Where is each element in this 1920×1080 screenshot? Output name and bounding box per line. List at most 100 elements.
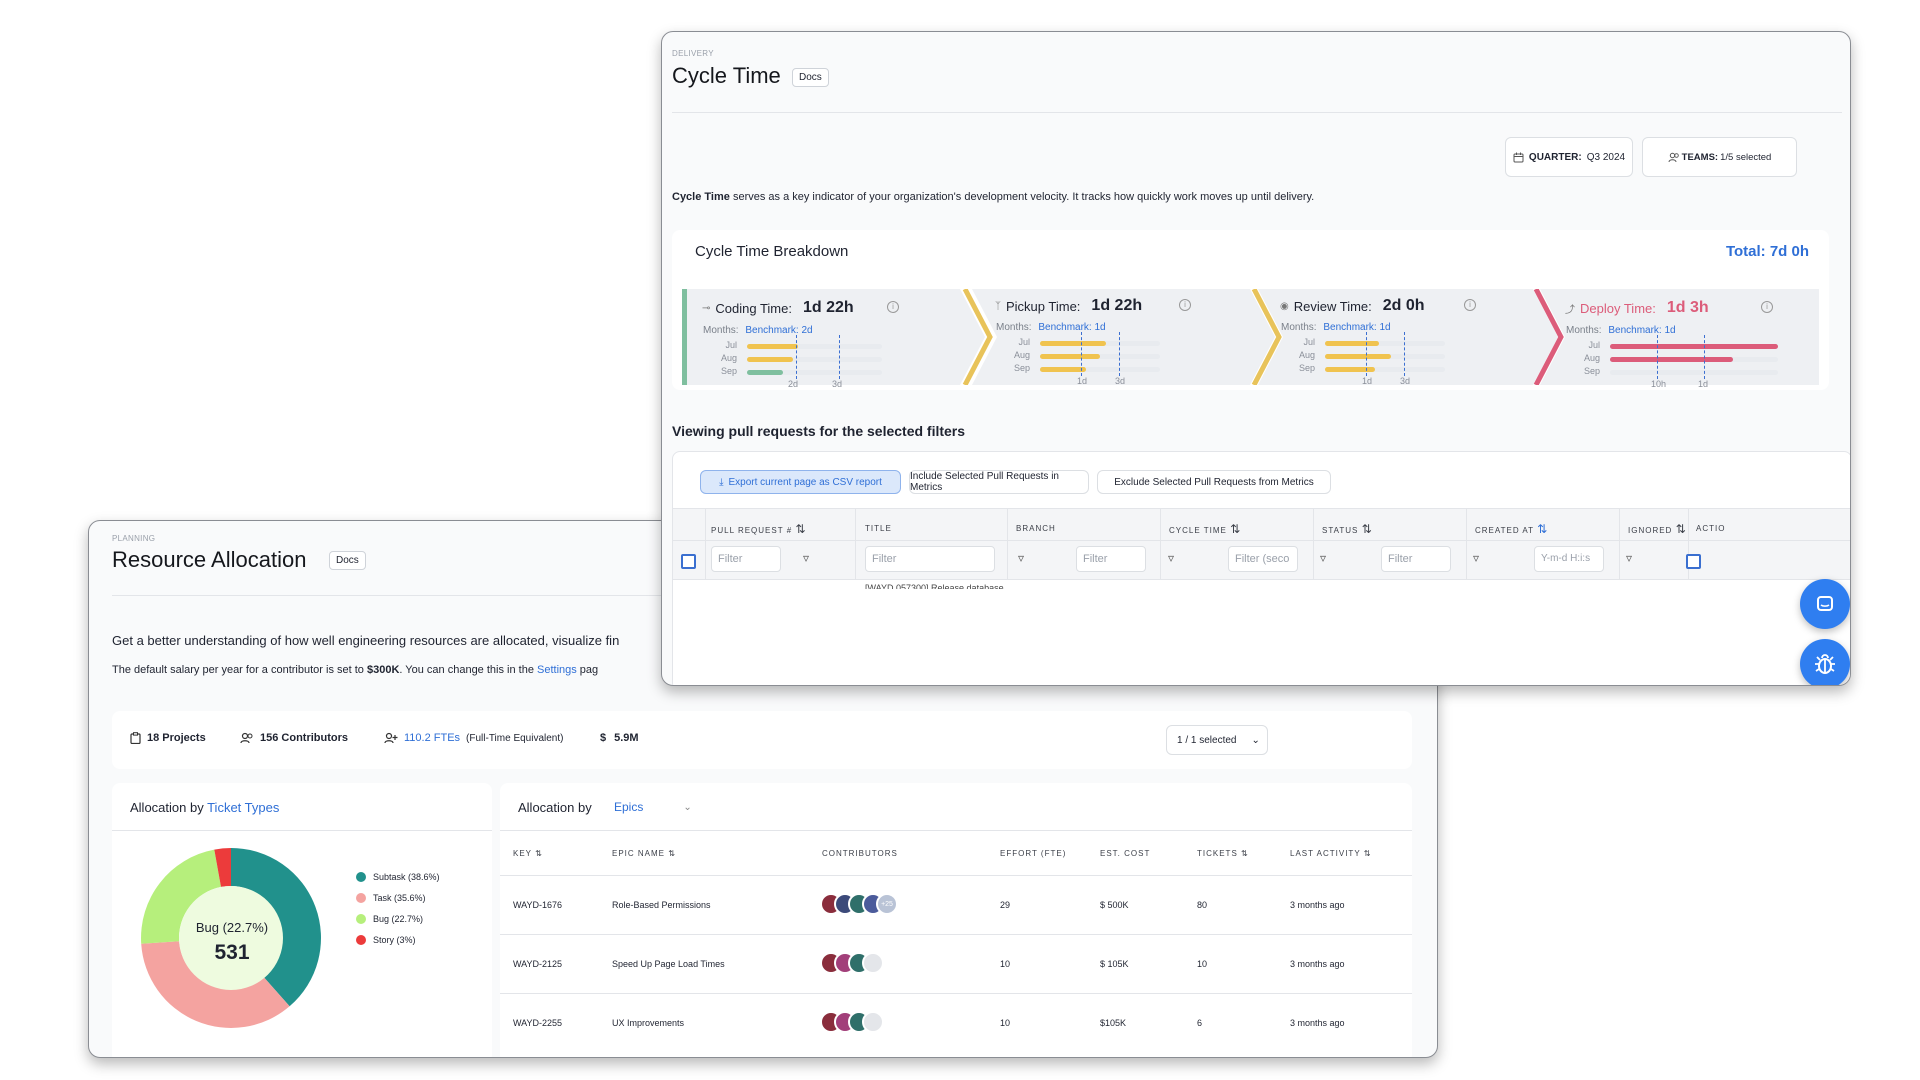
bar-sep[interactable] — [1325, 367, 1376, 372]
filter-icon[interactable]: ▿ — [1473, 551, 1479, 565]
stage-coding[interactable]: ⊸ Coding Time: 1d 22h Months: Benchmark:… — [702, 289, 952, 389]
branch-filter[interactable]: Filter — [1076, 546, 1146, 572]
eye-icon: ◉ — [1280, 300, 1289, 312]
intro-text: Get a better understanding of how well e… — [112, 633, 620, 648]
donut-center-label: Bug (22.7%) — [195, 920, 269, 935]
ticket-types-title: Allocation by Ticket Types — [130, 800, 280, 815]
clipboard-icon — [130, 732, 141, 744]
bar-track — [1610, 370, 1778, 375]
bar-sep[interactable] — [747, 370, 784, 375]
docs-button[interactable]: Docs — [792, 68, 829, 87]
stage-review[interactable]: ◉ Review Time: 2d 0h Months: Benchmark: … — [1280, 289, 1530, 386]
avatar-stack — [820, 1011, 930, 1037]
bar-aug[interactable] — [747, 357, 793, 362]
avatar-placeholder — [862, 1011, 884, 1033]
col-ignored[interactable]: IGNORED ⇅ — [1628, 522, 1687, 536]
salary-note: The default salary per year for a contri… — [112, 664, 599, 676]
bar-jul[interactable] — [1325, 341, 1379, 346]
settings-link[interactable]: Settings — [537, 664, 577, 676]
bar-aug[interactable] — [1610, 357, 1733, 362]
legend-item[interactable]: Subtask (38.6%) — [356, 866, 440, 887]
stage-pickup[interactable]: ᛉ Pickup Time: 1d 22h Months: Benchmark:… — [995, 289, 1245, 386]
bar-jul[interactable] — [747, 344, 799, 349]
col-key[interactable]: KEY ⇅ — [513, 849, 543, 858]
filter-icon[interactable]: ▿ — [803, 551, 809, 565]
legend-item[interactable]: Bug (22.7%) — [356, 908, 440, 929]
deploy-icon: ⤴ — [1565, 304, 1575, 316]
bug-report-button[interactable] — [1800, 639, 1850, 685]
col-contributors: CONTRIBUTORS — [822, 849, 898, 858]
col-cycle-time[interactable]: CYCLE TIME ⇅ — [1169, 522, 1241, 536]
info-icon[interactable]: i — [1179, 299, 1191, 311]
ticket-types-link[interactable]: Ticket Types — [207, 800, 279, 815]
pr-number-filter[interactable]: Filter — [711, 546, 781, 572]
benchmark-line — [838, 335, 840, 379]
filter-icon[interactable]: ▿ — [1168, 551, 1174, 565]
epics-dropdown[interactable]: Epics ⌄ — [614, 800, 692, 814]
col-pull-request[interactable]: PULL REQUEST # ⇅ — [711, 522, 806, 536]
table-row[interactable]: WAYD-2125 Speed Up Page Load Times 10 $ … — [500, 935, 1412, 993]
table-row[interactable]: WAYD-2255 UX Improvements 10 $105K 6 3 m… — [500, 994, 1412, 1052]
sort-icon: ⇅ — [1230, 522, 1242, 536]
filter-icon[interactable]: ▿ — [1018, 551, 1024, 565]
section-label: PLANNING — [112, 534, 156, 543]
bug-icon — [1815, 654, 1835, 674]
projects-count: 18 Projects — [147, 732, 206, 744]
col-last-activity[interactable]: LAST ACTIVITY ⇅ — [1290, 849, 1371, 858]
status-filter[interactable]: Filter — [1381, 546, 1451, 572]
filter-icon[interactable]: ▿ — [1626, 551, 1632, 565]
col-tickets[interactable]: TICKETS ⇅ — [1197, 849, 1249, 858]
bar-aug[interactable] — [1040, 354, 1100, 359]
legend-item[interactable]: Story (3%) — [356, 929, 440, 950]
pr-row-title[interactable]: [WAYD 057300] Release database — [865, 583, 1004, 589]
table-row[interactable]: WAYD-1676 Role-Based Permissions +25 29 … — [500, 876, 1412, 934]
stage-deploy[interactable]: ⤴ Deploy Time: 1d 3h Months: Benchmark: … — [1565, 289, 1815, 389]
col-created-at[interactable]: CREATED AT ⇅ — [1475, 522, 1548, 536]
sort-icon: ⇅ — [535, 849, 543, 858]
created-at-filter[interactable]: Y-m-d H:i:s — [1534, 546, 1604, 572]
info-icon[interactable]: i — [1761, 301, 1773, 313]
benchmark-line — [795, 335, 797, 379]
info-icon[interactable]: i — [887, 301, 899, 313]
col-actions: ACTIO — [1696, 524, 1726, 533]
section-label: DELIVERY — [672, 49, 714, 58]
benchmark-line — [1404, 332, 1406, 376]
users-icon — [1668, 152, 1679, 162]
bar-sep[interactable] — [1040, 367, 1086, 372]
pr-table-card: ⤓ Export current page as CSV report Inclu… — [672, 451, 1850, 685]
commit-icon: ⊸ — [702, 302, 711, 314]
bar-jul[interactable] — [1610, 344, 1778, 349]
cycle-time-filter[interactable]: Filter (seco — [1228, 546, 1298, 572]
select-all-checkbox[interactable] — [681, 554, 696, 569]
page-title: Resource Allocation — [112, 547, 307, 572]
project-selector[interactable]: 1 / 1 selected ⌄ — [1166, 725, 1268, 755]
sort-icon: ⇅ — [1675, 522, 1687, 536]
filter-icon[interactable]: ▿ — [1320, 551, 1326, 565]
legend-item[interactable]: Task (35.6%) — [356, 887, 440, 908]
info-icon[interactable]: i — [1464, 299, 1476, 311]
bar-aug[interactable] — [1325, 354, 1391, 359]
title-filter[interactable]: Filter — [865, 546, 995, 572]
description-text: Cycle Time serves as a key indicator of … — [672, 191, 1315, 203]
cycle-time-breakdown-card: Cycle Time Breakdown Total: 7d 0h ⊸ Codi… — [672, 230, 1829, 390]
breakdown-title: Cycle Time Breakdown — [695, 243, 849, 260]
ignored-filter-checkbox[interactable] — [1686, 554, 1701, 569]
sort-icon: ⇅ — [1361, 522, 1373, 536]
chat-button[interactable] — [1800, 579, 1850, 629]
ftes-link[interactable]: 110.2 FTEs — [404, 732, 460, 744]
quarter-filter-button[interactable]: QUARTER: Q3 2024 — [1505, 137, 1633, 177]
exclude-prs-button[interactable]: Exclude Selected Pull Requests from Metr… — [1097, 470, 1331, 494]
donut-center-value: 531 — [214, 941, 250, 964]
include-prs-button[interactable]: Include Selected Pull Requests in Metric… — [909, 470, 1089, 494]
avatar-more[interactable]: +25 — [876, 893, 898, 915]
teams-filter-button[interactable]: TEAMS: 1/5 selected — [1642, 137, 1797, 177]
bar-jul[interactable] — [1040, 341, 1106, 346]
export-csv-button[interactable]: ⤓ Export current page as CSV report — [700, 470, 901, 494]
sort-icon: ⇅ — [795, 522, 807, 536]
benchmark-line — [1704, 335, 1706, 379]
docs-button[interactable]: Docs — [329, 551, 366, 570]
col-status[interactable]: STATUS ⇅ — [1322, 522, 1373, 536]
col-epic-name[interactable]: EPIC NAME ⇅ — [612, 849, 676, 858]
cycle-time-window: DELIVERY Cycle Time Docs QUARTER: Q3 2024… — [661, 31, 1851, 686]
chat-icon — [1817, 596, 1833, 611]
